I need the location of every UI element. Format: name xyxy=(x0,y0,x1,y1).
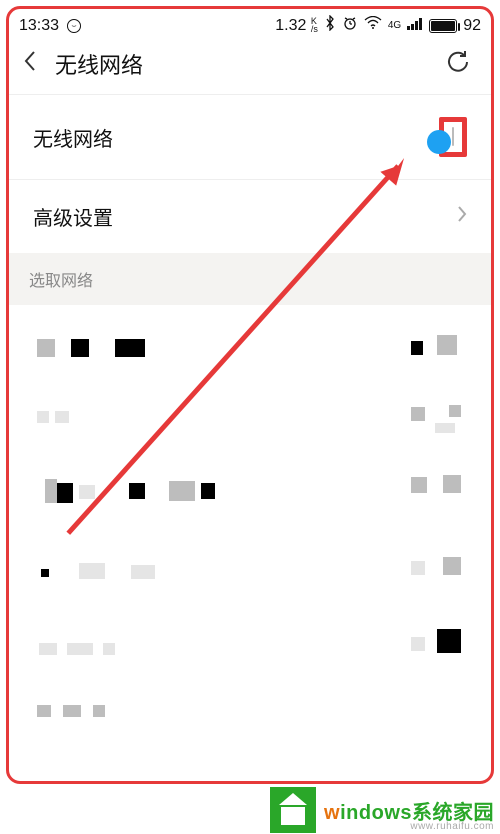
refresh-icon[interactable] xyxy=(445,49,471,80)
watermark: windows系统家园 www.ruhaifu.com xyxy=(270,786,500,834)
wifi-icon xyxy=(364,16,382,35)
advanced-label: 高级设置 xyxy=(33,202,113,231)
wlan-label: 无线网络 xyxy=(33,123,113,152)
status-right: 1.32 K /s 4G 92 xyxy=(275,15,481,36)
status-left: 13:33 ⌣ xyxy=(19,17,81,35)
nav-bar: 无线网络 xyxy=(9,38,491,94)
wlan-toggle[interactable] xyxy=(452,127,454,146)
net-speed: 1.32 K /s xyxy=(275,17,318,35)
battery-pct: 92 xyxy=(463,17,481,35)
watermark-logo-icon xyxy=(270,787,316,833)
signal-icon xyxy=(407,17,423,35)
chevron-right-icon xyxy=(457,205,467,229)
toggle-knob xyxy=(427,130,451,154)
select-network-header: 选取网络 xyxy=(9,253,491,305)
smile-icon: ⌣ xyxy=(67,19,81,33)
battery-icon xyxy=(429,19,457,33)
back-icon[interactable] xyxy=(23,50,37,78)
watermark-url: www.ruhaifu.com xyxy=(410,821,494,832)
wlan-toggle-row: 无线网络 xyxy=(9,95,491,179)
bluetooth-icon xyxy=(324,15,336,36)
status-time: 13:33 xyxy=(19,17,59,35)
alarm-icon xyxy=(342,15,358,36)
speed-unit: K /s xyxy=(311,17,318,33)
watermark-initial: w xyxy=(324,802,340,824)
network-type: 4G xyxy=(388,21,401,30)
network-list xyxy=(9,305,491,725)
highlight-box xyxy=(439,117,467,157)
advanced-settings-row[interactable]: 高级设置 xyxy=(9,180,491,253)
page-title: 无线网络 xyxy=(55,48,143,80)
status-bar: 13:33 ⌣ 1.32 K /s 4G xyxy=(9,9,491,38)
